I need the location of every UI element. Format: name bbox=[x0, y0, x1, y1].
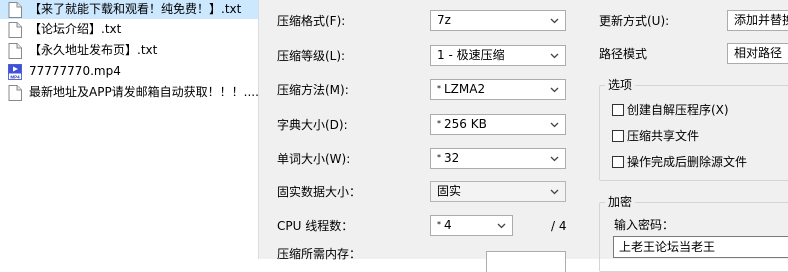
chevron-down-icon bbox=[550, 156, 559, 162]
level-select[interactable]: 1 - 极速压缩 bbox=[430, 45, 566, 66]
svg-text:MP4: MP4 bbox=[10, 74, 20, 79]
file-name: 最新地址及APP请发邮箱自动获取！！！.... bbox=[29, 85, 258, 99]
method-value: LZMA2 bbox=[444, 82, 486, 96]
path-label: 路径模式 bbox=[599, 47, 648, 61]
chevron-down-icon bbox=[550, 189, 559, 195]
update-select[interactable]: 添加并替换 bbox=[727, 10, 788, 31]
file-name: 【论坛介绍】.txt bbox=[29, 22, 122, 36]
update-value: 添加并替换 bbox=[734, 13, 788, 27]
level-value: 1 - 极速压缩 bbox=[437, 48, 505, 62]
delete-checkbox-row[interactable]: 操作完成后删除源文件 bbox=[612, 153, 747, 170]
list-item-file-5[interactable]: 最新地址及APP请发邮箱自动获取！！！.... bbox=[0, 83, 258, 102]
update-label: 更新方式(U): bbox=[599, 14, 670, 28]
file-name: 【来了就能下载和观看！纯免费！】.txt bbox=[29, 2, 242, 16]
password-input[interactable]: 上老王论坛当老王 bbox=[613, 236, 788, 258]
cpu-label: CPU 线程数： bbox=[277, 219, 354, 233]
memory-label: 压缩所需内存： bbox=[277, 247, 362, 261]
text-file-icon bbox=[8, 42, 22, 59]
default-marker-icon: * bbox=[437, 220, 441, 229]
format-label: 压缩格式(F): bbox=[277, 14, 346, 28]
word-select[interactable]: * 32 bbox=[430, 148, 566, 169]
method-select[interactable]: * LZMA2 bbox=[430, 79, 566, 100]
options-title: 选项 bbox=[605, 78, 636, 92]
mp4-file-icon: MP4 bbox=[8, 63, 22, 80]
password-label: 输入密码： bbox=[614, 218, 675, 232]
archive-settings-dialog: 压缩格式(F): 压缩等级(L): 压缩方法(M): 字典大小(D): 单词大小… bbox=[259, 0, 788, 272]
word-value: 32 bbox=[444, 151, 460, 165]
format-select[interactable]: 7z bbox=[430, 10, 566, 31]
sfx-label: 创建自解压程序(X) bbox=[627, 103, 729, 117]
path-select[interactable]: 相对路径 bbox=[727, 43, 788, 64]
shared-label: 压缩共享文件 bbox=[627, 129, 700, 143]
solid-select[interactable]: 固实 bbox=[430, 181, 566, 202]
chevron-down-icon bbox=[550, 18, 559, 24]
file-list: 【来了就能下载和观看！纯免费！】.txt 【论坛介绍】.txt 【永久地址发布页… bbox=[0, 0, 259, 259]
dict-label: 字典大小(D): bbox=[277, 118, 348, 132]
path-value: 相对路径 bbox=[734, 46, 783, 60]
cpu-select[interactable]: * 4 bbox=[430, 215, 513, 236]
text-file-icon bbox=[8, 21, 22, 38]
list-item-file-4[interactable]: MP4 77777770.mp4 bbox=[0, 62, 258, 81]
chevron-down-icon bbox=[550, 87, 559, 93]
shared-checkbox-row[interactable]: 压缩共享文件 bbox=[612, 127, 699, 144]
dict-value: 256 KB bbox=[444, 117, 487, 131]
text-file-icon bbox=[8, 84, 22, 101]
delete-checkbox[interactable] bbox=[612, 155, 624, 168]
default-marker-icon: * bbox=[437, 153, 441, 162]
chevron-down-icon bbox=[550, 122, 559, 128]
file-name: 【永久地址发布页】.txt bbox=[29, 43, 158, 57]
dict-select[interactable]: * 256 KB bbox=[430, 114, 566, 135]
cpu-max-text: / 4 bbox=[551, 219, 567, 233]
sfx-checkbox[interactable] bbox=[612, 103, 624, 116]
cpu-value: 4 bbox=[444, 218, 452, 232]
file-name: 77777770.mp4 bbox=[29, 64, 121, 78]
text-file-icon bbox=[8, 1, 22, 18]
sfx-checkbox-row[interactable]: 创建自解压程序(X) bbox=[612, 101, 729, 118]
format-value: 7z bbox=[437, 13, 451, 27]
level-label: 压缩等级(L): bbox=[277, 49, 346, 63]
solid-label: 固实数据大小： bbox=[277, 185, 362, 199]
encryption-title: 加密 bbox=[605, 195, 636, 209]
chevron-down-icon bbox=[550, 53, 559, 59]
method-label: 压缩方法(M): bbox=[277, 83, 349, 97]
delete-label: 操作完成后删除源文件 bbox=[627, 155, 748, 169]
memory-value-box bbox=[486, 251, 566, 272]
list-item-file-2[interactable]: 【论坛介绍】.txt bbox=[0, 20, 258, 39]
default-marker-icon: * bbox=[437, 119, 441, 128]
list-item-file-1[interactable]: 【来了就能下载和观看！纯免费！】.txt bbox=[0, 0, 258, 19]
shared-checkbox[interactable] bbox=[612, 129, 624, 142]
chevron-down-icon bbox=[497, 223, 506, 229]
word-label: 单词大小(W): bbox=[277, 152, 351, 166]
default-marker-icon: * bbox=[437, 84, 441, 93]
list-item-file-3[interactable]: 【永久地址发布页】.txt bbox=[0, 41, 258, 60]
password-value: 上老王论坛当老王 bbox=[619, 240, 716, 254]
solid-value: 固实 bbox=[437, 184, 462, 198]
